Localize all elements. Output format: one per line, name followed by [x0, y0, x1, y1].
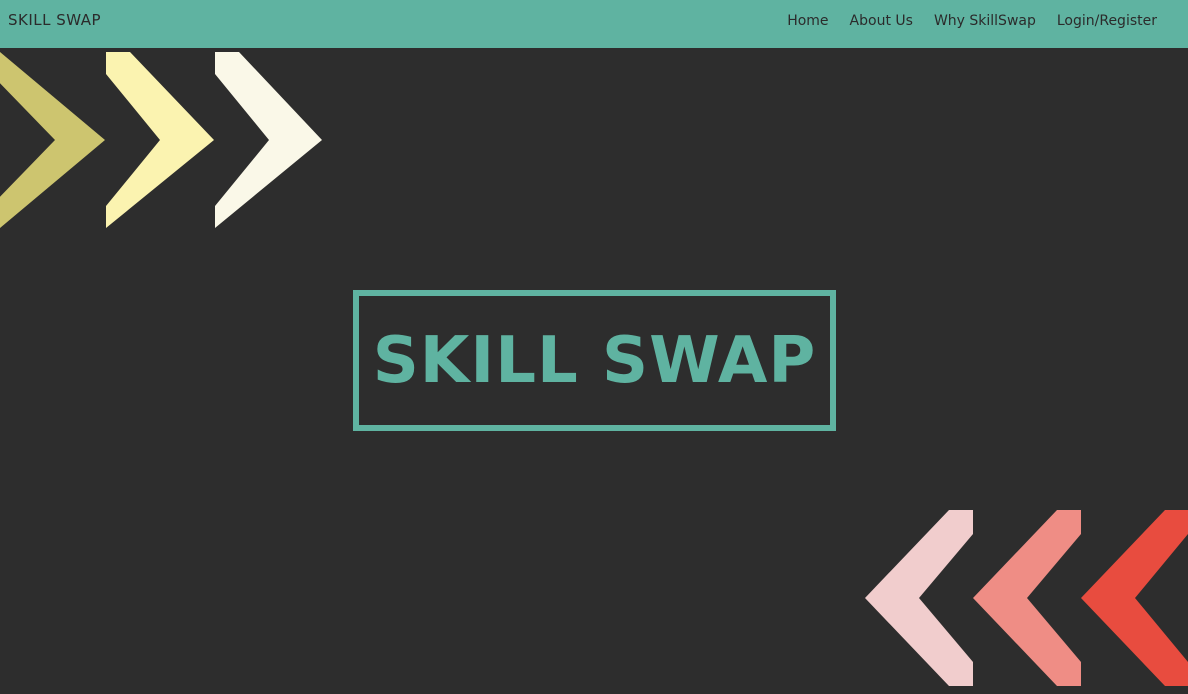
right-chevrons-decoration: [0, 52, 322, 228]
nav-why-link[interactable]: Why SkillSwap: [934, 13, 1036, 29]
top-navigation-bar: SKILL SWAP Home About Us Why SkillSwap L…: [0, 0, 1188, 48]
chevron-left-icon: [973, 510, 1081, 686]
chevron-left-icon: [865, 510, 973, 686]
chevron-left-icon: [1081, 510, 1188, 686]
nav-home-link[interactable]: Home: [787, 13, 828, 29]
nav-login-register-link[interactable]: Login/Register: [1057, 13, 1157, 29]
hero-title: SKILL SWAP: [372, 323, 817, 398]
brand-logo[interactable]: SKILL SWAP: [8, 11, 101, 29]
hero-logo-box: SKILL SWAP: [353, 290, 836, 431]
chevron-right-icon: [106, 52, 214, 228]
chevron-right-icon: [0, 52, 105, 228]
left-chevrons-decoration: [865, 510, 1188, 686]
chevron-right-icon: [215, 52, 322, 228]
nav-about-link[interactable]: About Us: [850, 13, 913, 29]
main-nav: Home About Us Why SkillSwap Login/Regist…: [787, 0, 1157, 42]
